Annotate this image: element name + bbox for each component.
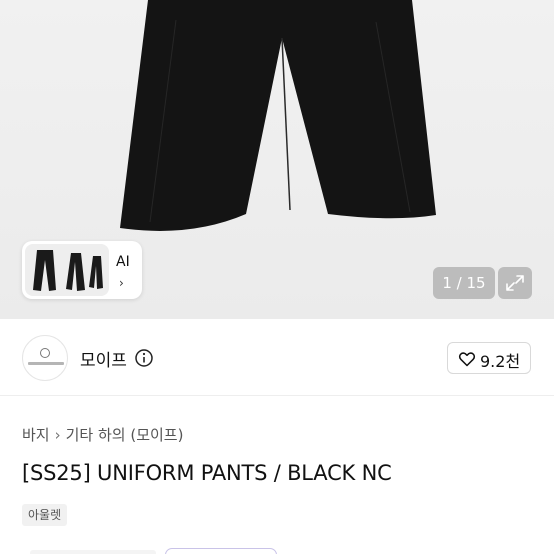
- seller-name[interactable]: 모이프: [80, 346, 127, 371]
- ai-thumbnail-card[interactable]: [22, 241, 142, 299]
- divider: [0, 395, 554, 396]
- outlet-badge: 아울렛: [22, 504, 68, 526]
- like-button[interactable]: 9.2천: [447, 342, 531, 374]
- seller-logo-text: [28, 362, 64, 365]
- like-count: 9.2천: [480, 352, 521, 371]
- thumbnail-image: [25, 244, 109, 296]
- breadcrumb-item-other-bottoms[interactable]: 기타 하의 (모이프): [66, 426, 184, 444]
- chevron-right-icon: ›: [54, 426, 61, 444]
- breadcrumb-item-pants[interactable]: 바지: [22, 426, 50, 444]
- ai-label: AI: [116, 254, 130, 270]
- seller-logo-mark: [40, 348, 50, 358]
- info-chip: [30, 550, 156, 554]
- product-image-gallery[interactable]: AI › 1 / 15: [0, 0, 554, 319]
- image-counter: 1 / 15: [433, 267, 495, 299]
- info-icon[interactable]: [134, 348, 154, 368]
- seller-avatar[interactable]: [22, 335, 68, 381]
- heart-outline-icon: [458, 352, 476, 367]
- expand-button[interactable]: [498, 267, 532, 299]
- expand-icon: [506, 275, 524, 291]
- chevron-right-icon: ›: [119, 276, 124, 290]
- action-pill[interactable]: [165, 548, 277, 554]
- product-title: [SS25] UNIFORM PANTS / BLACK NC: [22, 461, 392, 485]
- breadcrumb: 바지 › 기타 하의 (모이프): [22, 424, 183, 445]
